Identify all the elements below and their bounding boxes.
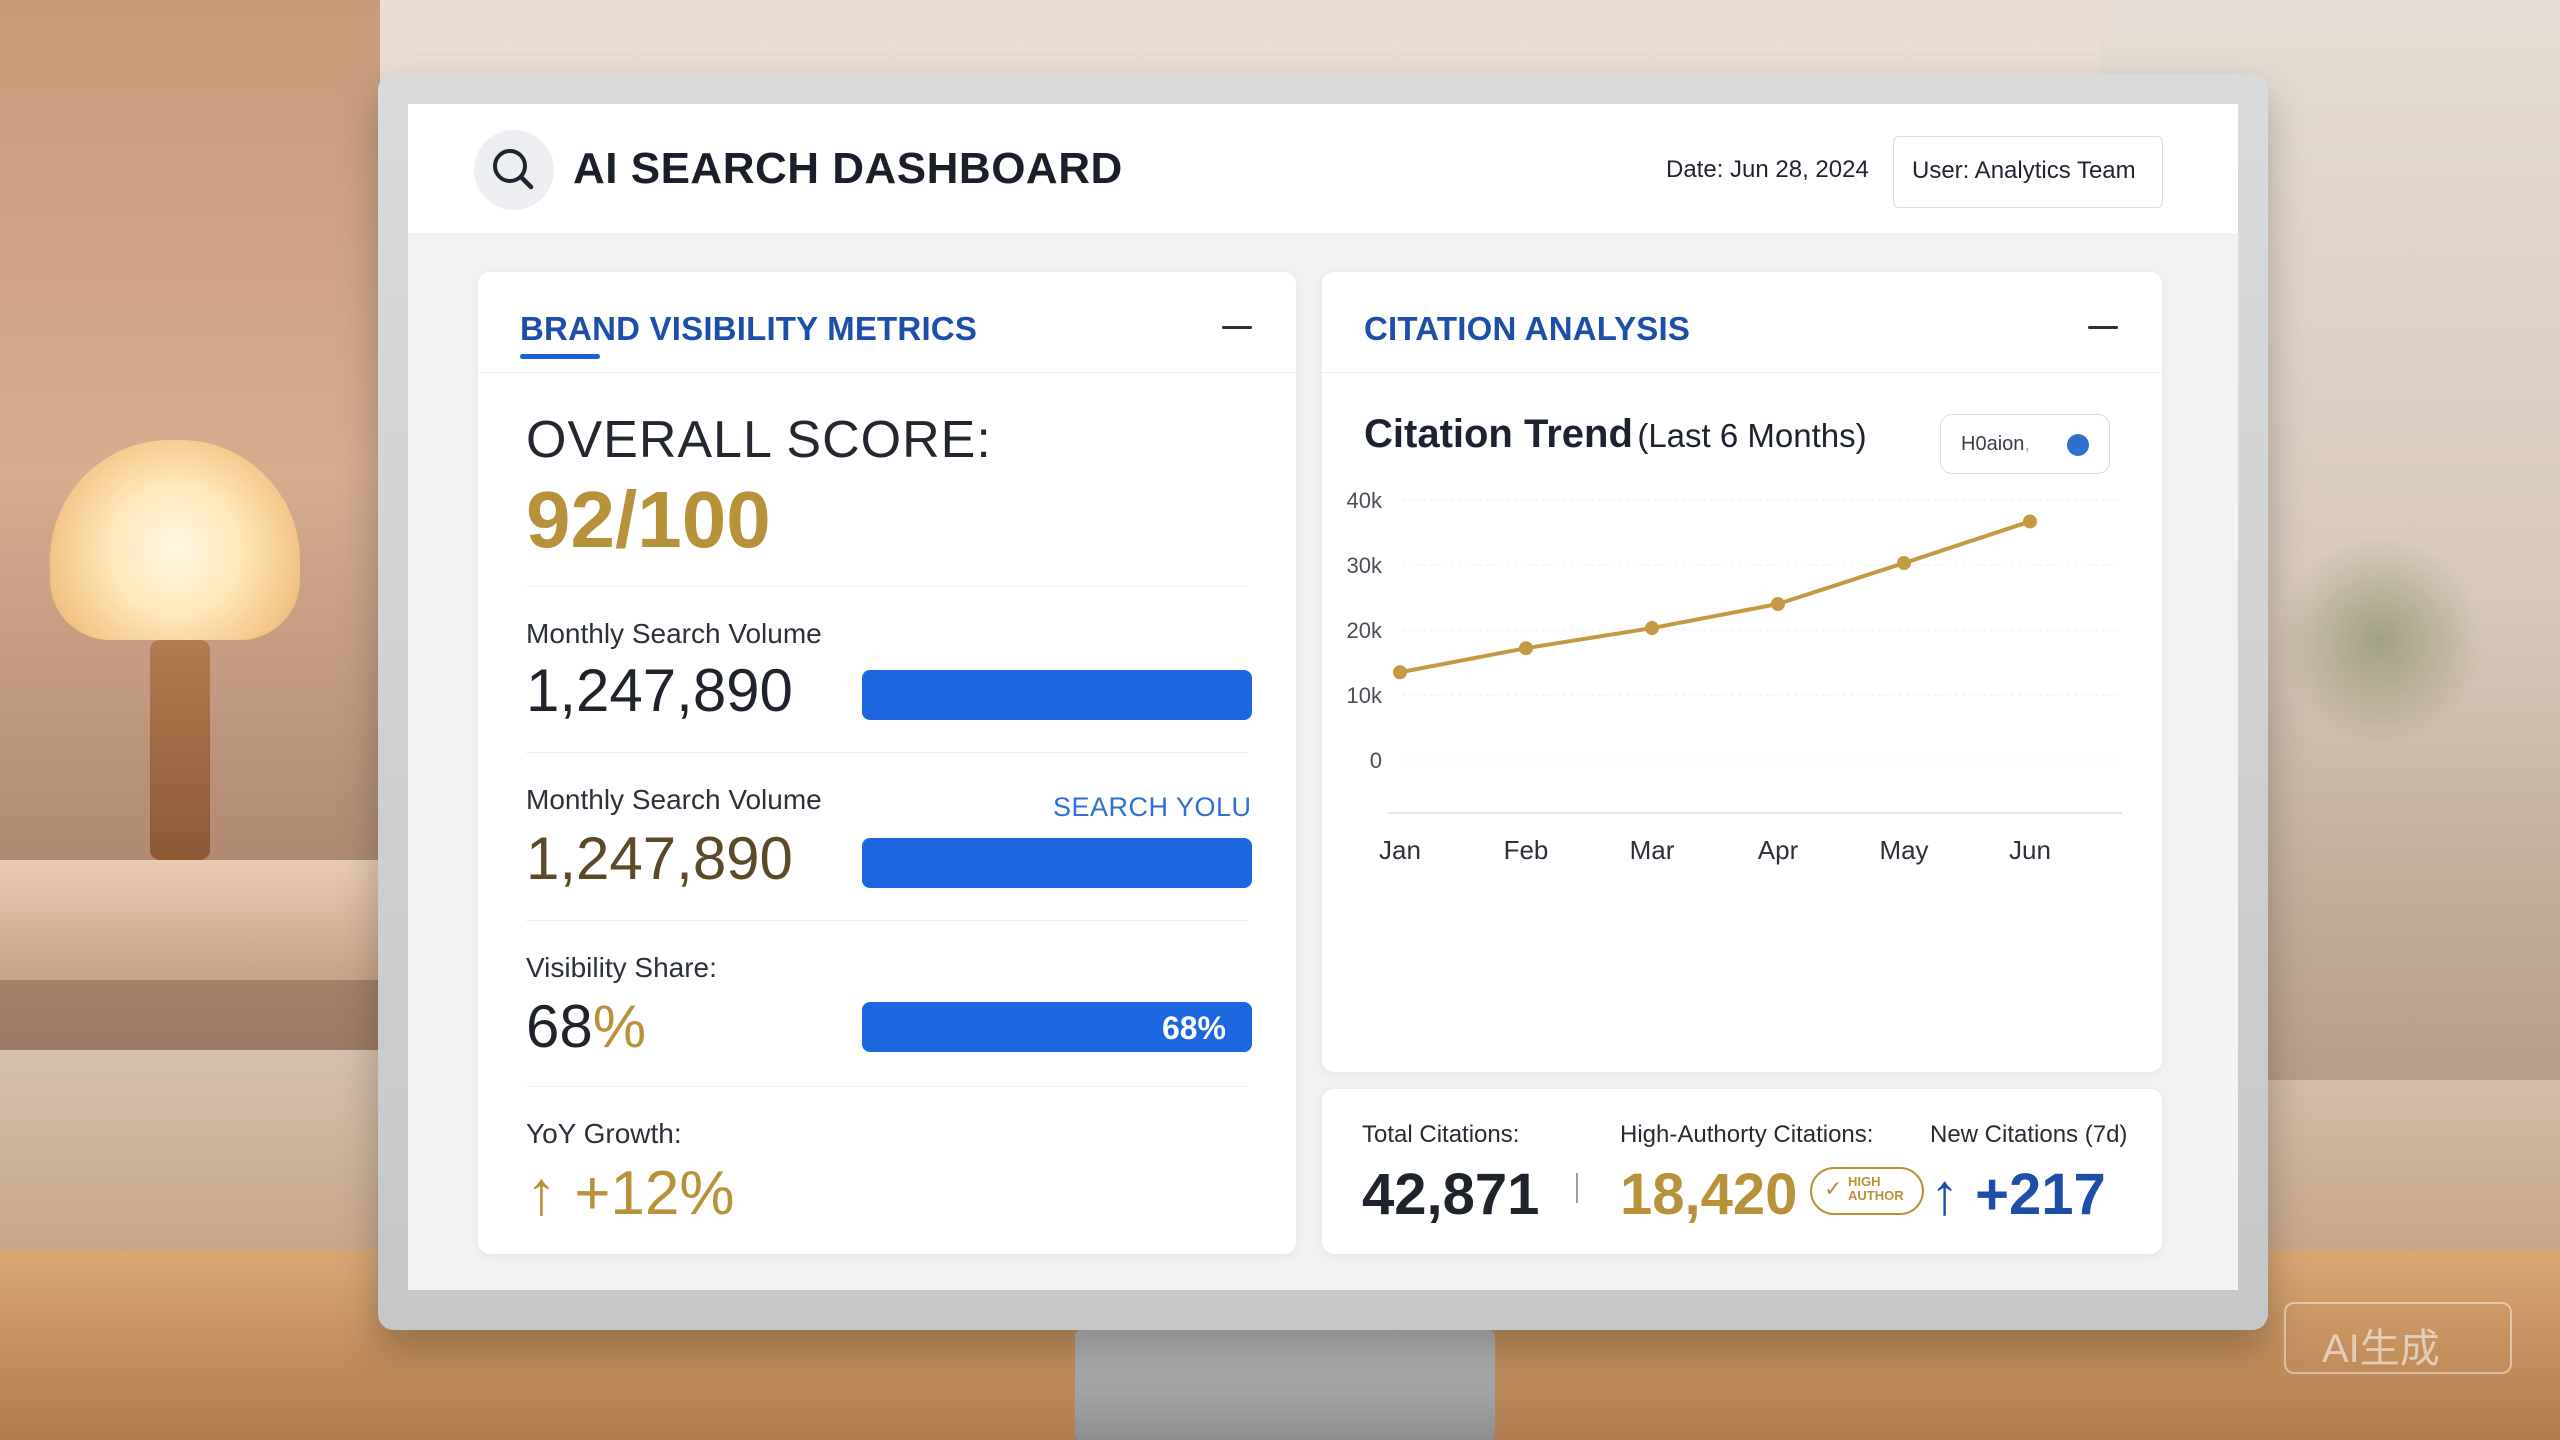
background-shelf — [0, 860, 380, 980]
app-title: AI SEARCH DASHBOARD — [573, 144, 1123, 193]
citation-analysis-panel: CITATION ANALYSIS Citation Trend (Last 6… — [1322, 272, 2162, 1072]
stat-separator — [1576, 1173, 1578, 1203]
high-authority-badge: ✓ HIGH AUTHOR — [1810, 1167, 1924, 1215]
search-volume-value: 1,247,890 — [526, 657, 793, 724]
data-point[interactable] — [1645, 621, 1659, 636]
x-tick-label: Mar — [1630, 835, 1675, 865]
search-button[interactable] — [474, 130, 554, 210]
visibility-share-number: 68 — [526, 993, 593, 1060]
y-tick-label: 40k — [1347, 488, 1383, 513]
total-citations-value: 42,871 — [1362, 1162, 1540, 1227]
x-tick-label: Apr — [1758, 835, 1799, 865]
divider — [526, 752, 1248, 753]
overall-score-label: OVERALL SCORE: — [526, 411, 992, 469]
data-point[interactable] — [1897, 556, 1911, 571]
y-tick-label: 20k — [1347, 618, 1383, 643]
x-tick-label: Feb — [1504, 835, 1549, 865]
top-bar: AI SEARCH DASHBOARD Date: Jun 28, 2024 U… — [408, 104, 2238, 235]
y-tick-label: 10k — [1347, 683, 1383, 708]
citation-stats-panel: Total Citations: 42,871 High-Authorty Ci… — [1322, 1089, 2162, 1254]
minimize-icon[interactable] — [1222, 326, 1252, 329]
search-volume-link[interactable]: SEARCH YOLU — [1053, 792, 1252, 823]
background-plant — [2270, 540, 2490, 740]
search-volume-bar — [862, 670, 1252, 720]
divider — [526, 1086, 1248, 1087]
search-volume-label-2: Monthly Search Volume — [526, 784, 822, 815]
divider — [526, 586, 1248, 587]
dashboard-screen: AI SEARCH DASHBOARD Date: Jun 28, 2024 U… — [408, 104, 2238, 1290]
overall-score-value: 92/100 — [526, 475, 771, 564]
x-tick-label: May — [1879, 835, 1928, 865]
search-icon — [493, 149, 534, 190]
x-tick-label: Jun — [2009, 835, 2051, 865]
visibility-share-bar: 68% — [862, 1002, 1252, 1052]
total-citations-label: Total Citations: — [1362, 1121, 1520, 1148]
search-volume-value-2: 1,247,890 — [526, 825, 793, 892]
yoy-growth-value: ↑ +12% — [526, 1159, 735, 1228]
check-icon: ✓ — [1824, 1176, 1843, 1201]
data-point[interactable] — [2023, 514, 2037, 529]
lamp-base — [150, 640, 210, 860]
visibility-share-label: Visibility Share: — [526, 952, 717, 983]
search-volume-label: Monthly Search Volume — [526, 618, 822, 649]
user-label: User: Analytics Team — [1912, 157, 2136, 184]
y-tick-label: 30k — [1347, 553, 1383, 578]
data-point[interactable] — [1771, 597, 1785, 611]
new-citations-value: ↑ +217 — [1930, 1162, 2106, 1227]
ai-generated-watermark: AI生成 — [2284, 1302, 2512, 1374]
citation-trend-chart: 0 10k 20k 30k 40k Jan Feb Mar Apr May Jun — [1347, 488, 2122, 865]
yoy-growth-label: YoY Growth: — [526, 1118, 682, 1149]
brand-visibility-panel: BRAND VISIBILITY METRICS OVERALL SCORE: … — [478, 272, 1296, 1254]
panel-header: BRAND VISIBILITY METRICS — [478, 272, 1296, 373]
divider — [526, 920, 1248, 921]
search-volume-bar-2 — [862, 838, 1252, 888]
panel-title: BRAND VISIBILITY METRICS — [520, 310, 978, 347]
monitor-stand — [1075, 1330, 1495, 1440]
visibility-share-bar-label: 68% — [1161, 1010, 1226, 1046]
badge-text: HIGH AUTHOR — [1848, 1174, 1904, 1203]
high-authority-label: High-Authorty Citations: — [1620, 1121, 1874, 1148]
user-menu[interactable]: User: Analytics Team — [1893, 136, 2163, 208]
data-point[interactable] — [1519, 641, 1533, 656]
visibility-share-value: 68% — [526, 992, 646, 1061]
series-line — [1399, 519, 2031, 675]
data-point[interactable] — [1393, 665, 1407, 680]
date-label: Date: Jun 28, 2024 — [1666, 156, 1869, 183]
percent-sign: % — [592, 993, 647, 1060]
title-underline — [520, 354, 600, 359]
high-authority-value: 18,420 — [1620, 1162, 1798, 1227]
y-tick-label: 0 — [1370, 748, 1382, 773]
new-citations-label: New Citations (7d) — [1930, 1121, 2128, 1148]
x-tick-label: Jan — [1379, 835, 1421, 865]
